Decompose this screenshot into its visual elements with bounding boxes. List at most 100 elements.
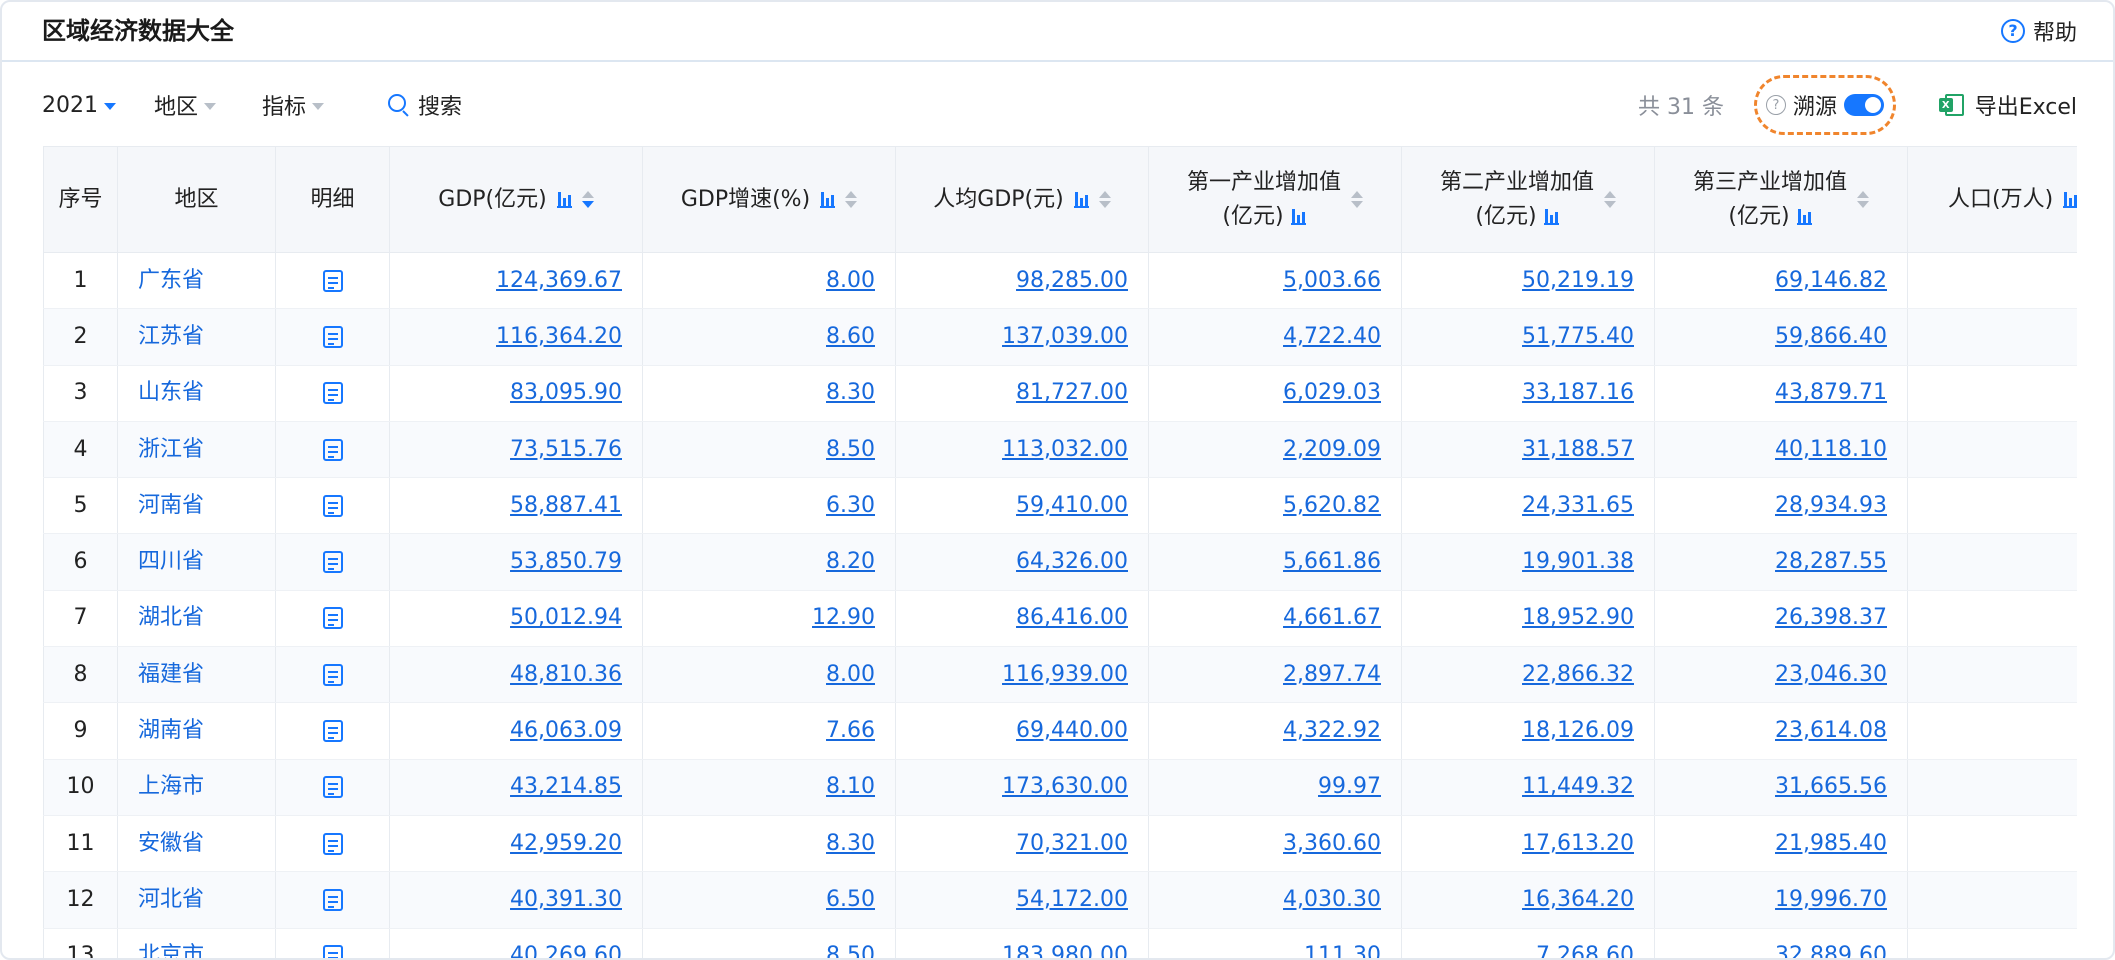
value-link[interactable]: 5,661.86 bbox=[1283, 549, 1381, 574]
value-link[interactable]: 70,321.00 bbox=[1016, 831, 1128, 856]
value-link[interactable]: 43,214.85 bbox=[510, 774, 622, 799]
value-link[interactable]: 4,030.30 bbox=[1283, 887, 1381, 912]
value-link[interactable]: 4,322.92 bbox=[1283, 718, 1381, 743]
value-link[interactable]: 73,515.76 bbox=[510, 437, 622, 462]
value-link[interactable]: 59,866.40 bbox=[1775, 324, 1887, 349]
chart-icon[interactable] bbox=[556, 191, 572, 208]
document-icon[interactable] bbox=[322, 663, 343, 686]
value-link[interactable]: 40,118.10 bbox=[1775, 437, 1887, 462]
value-link[interactable]: 173,630.00 bbox=[1002, 774, 1128, 799]
value-link[interactable]: 7,268.60 bbox=[1536, 943, 1634, 958]
chart-icon[interactable] bbox=[2063, 191, 2077, 208]
help-button[interactable]: ? 帮助 bbox=[2000, 14, 2077, 48]
document-icon[interactable] bbox=[322, 494, 343, 517]
region-link[interactable]: 河南省 bbox=[138, 493, 204, 518]
header-gdp[interactable]: GDP(亿元) bbox=[389, 146, 643, 253]
value-link[interactable]: 137,039.00 bbox=[1002, 324, 1128, 349]
value-link[interactable]: 53,850.79 bbox=[510, 549, 622, 574]
value-link[interactable]: 69,440.00 bbox=[1016, 718, 1128, 743]
value-link[interactable]: 28,287.55 bbox=[1775, 549, 1887, 574]
value-link[interactable]: 26,398.37 bbox=[1775, 605, 1887, 630]
sort-icon[interactable] bbox=[845, 191, 858, 208]
value-link[interactable]: 8.10 bbox=[826, 774, 875, 799]
region-link[interactable]: 福建省 bbox=[138, 662, 204, 687]
document-icon[interactable] bbox=[322, 551, 343, 574]
sort-icon[interactable] bbox=[581, 191, 594, 208]
value-link[interactable]: 58,887.41 bbox=[510, 493, 622, 518]
value-link[interactable]: 83,095.90 bbox=[510, 380, 622, 405]
value-link[interactable]: 99.97 bbox=[1318, 774, 1381, 799]
value-link[interactable]: 16,364.20 bbox=[1522, 887, 1634, 912]
value-link[interactable]: 69,146.82 bbox=[1775, 268, 1887, 293]
value-link[interactable]: 24,331.65 bbox=[1522, 493, 1634, 518]
value-link[interactable]: 19,901.38 bbox=[1522, 549, 1634, 574]
sort-icon[interactable] bbox=[1351, 191, 1363, 208]
value-link[interactable]: 8.60 bbox=[826, 324, 875, 349]
value-link[interactable]: 6,029.03 bbox=[1283, 380, 1381, 405]
value-link[interactable]: 23,046.30 bbox=[1775, 662, 1887, 687]
trace-toggle[interactable] bbox=[1844, 94, 1884, 116]
value-link[interactable]: 42,959.20 bbox=[510, 831, 622, 856]
value-link[interactable]: 8.30 bbox=[826, 380, 875, 405]
document-icon[interactable] bbox=[322, 832, 343, 855]
value-link[interactable]: 18,952.90 bbox=[1522, 605, 1634, 630]
document-icon[interactable] bbox=[322, 888, 343, 911]
value-link[interactable]: 19,996.70 bbox=[1775, 887, 1887, 912]
value-link[interactable]: 8.20 bbox=[826, 549, 875, 574]
chart-icon[interactable] bbox=[1796, 208, 1812, 225]
value-link[interactable]: 43,879.71 bbox=[1775, 380, 1887, 405]
value-link[interactable]: 40,391.30 bbox=[510, 887, 622, 912]
region-link[interactable]: 上海市 bbox=[138, 774, 204, 799]
value-link[interactable]: 23,614.08 bbox=[1775, 718, 1887, 743]
value-link[interactable]: 4,722.40 bbox=[1283, 324, 1381, 349]
document-icon[interactable] bbox=[322, 382, 343, 405]
value-link[interactable]: 8.50 bbox=[826, 943, 875, 958]
header-gdp-growth[interactable]: GDP增速(%) bbox=[642, 146, 896, 253]
region-link[interactable]: 北京市 bbox=[138, 943, 204, 958]
chart-icon[interactable] bbox=[1543, 208, 1559, 225]
value-link[interactable]: 183,980.00 bbox=[1002, 943, 1128, 958]
indicator-dropdown[interactable]: 指标 bbox=[262, 88, 325, 122]
value-link[interactable]: 116,939.00 bbox=[1002, 662, 1128, 687]
chart-icon[interactable] bbox=[1073, 191, 1089, 208]
region-link[interactable]: 湖北省 bbox=[138, 605, 204, 630]
header-secondary-industry[interactable]: 第二产业增加值 (亿元) bbox=[1401, 146, 1655, 253]
document-icon[interactable] bbox=[322, 269, 343, 292]
value-link[interactable]: 18,126.09 bbox=[1522, 718, 1634, 743]
value-link[interactable]: 116,364.20 bbox=[496, 324, 622, 349]
value-link[interactable]: 54,172.00 bbox=[1016, 887, 1128, 912]
value-link[interactable]: 4,661.67 bbox=[1283, 605, 1381, 630]
region-dropdown[interactable]: 地区 bbox=[154, 88, 217, 122]
value-link[interactable]: 2,209.09 bbox=[1283, 437, 1381, 462]
document-icon[interactable] bbox=[322, 607, 343, 630]
sort-icon[interactable] bbox=[1857, 191, 1869, 208]
export-excel-button[interactable]: X 导出Excel bbox=[1938, 88, 2077, 122]
data-table-container[interactable]: 序号 地区 明细 GDP(亿元) GDP增速(%) 人均GDP(元) 第一产业增… bbox=[43, 146, 2077, 958]
value-link[interactable]: 22,866.32 bbox=[1522, 662, 1634, 687]
value-link[interactable]: 59,410.00 bbox=[1016, 493, 1128, 518]
search-button[interactable]: 搜索 bbox=[388, 88, 462, 122]
value-link[interactable]: 50,219.19 bbox=[1522, 268, 1634, 293]
document-icon[interactable] bbox=[322, 325, 343, 348]
value-link[interactable]: 2,897.74 bbox=[1283, 662, 1381, 687]
chart-icon[interactable] bbox=[820, 191, 836, 208]
value-link[interactable]: 86,416.00 bbox=[1016, 605, 1128, 630]
value-link[interactable]: 8.00 bbox=[826, 268, 875, 293]
value-link[interactable]: 21,985.40 bbox=[1775, 831, 1887, 856]
value-link[interactable]: 28,934.93 bbox=[1775, 493, 1887, 518]
value-link[interactable]: 113,032.00 bbox=[1002, 437, 1128, 462]
value-link[interactable]: 6.50 bbox=[826, 887, 875, 912]
value-link[interactable]: 48,810.36 bbox=[510, 662, 622, 687]
region-link[interactable]: 四川省 bbox=[138, 549, 204, 574]
value-link[interactable]: 3,360.60 bbox=[1283, 831, 1381, 856]
region-link[interactable]: 广东省 bbox=[138, 268, 204, 293]
value-link[interactable]: 33,187.16 bbox=[1522, 380, 1634, 405]
value-link[interactable]: 5,003.66 bbox=[1283, 268, 1381, 293]
value-link[interactable]: 5,620.82 bbox=[1283, 493, 1381, 518]
document-icon[interactable] bbox=[322, 776, 343, 799]
value-link[interactable]: 46,063.09 bbox=[510, 718, 622, 743]
value-link[interactable]: 111.30 bbox=[1304, 943, 1381, 958]
region-link[interactable]: 河北省 bbox=[138, 887, 204, 912]
region-link[interactable]: 浙江省 bbox=[138, 437, 204, 462]
year-dropdown[interactable]: 2021 bbox=[42, 88, 116, 122]
